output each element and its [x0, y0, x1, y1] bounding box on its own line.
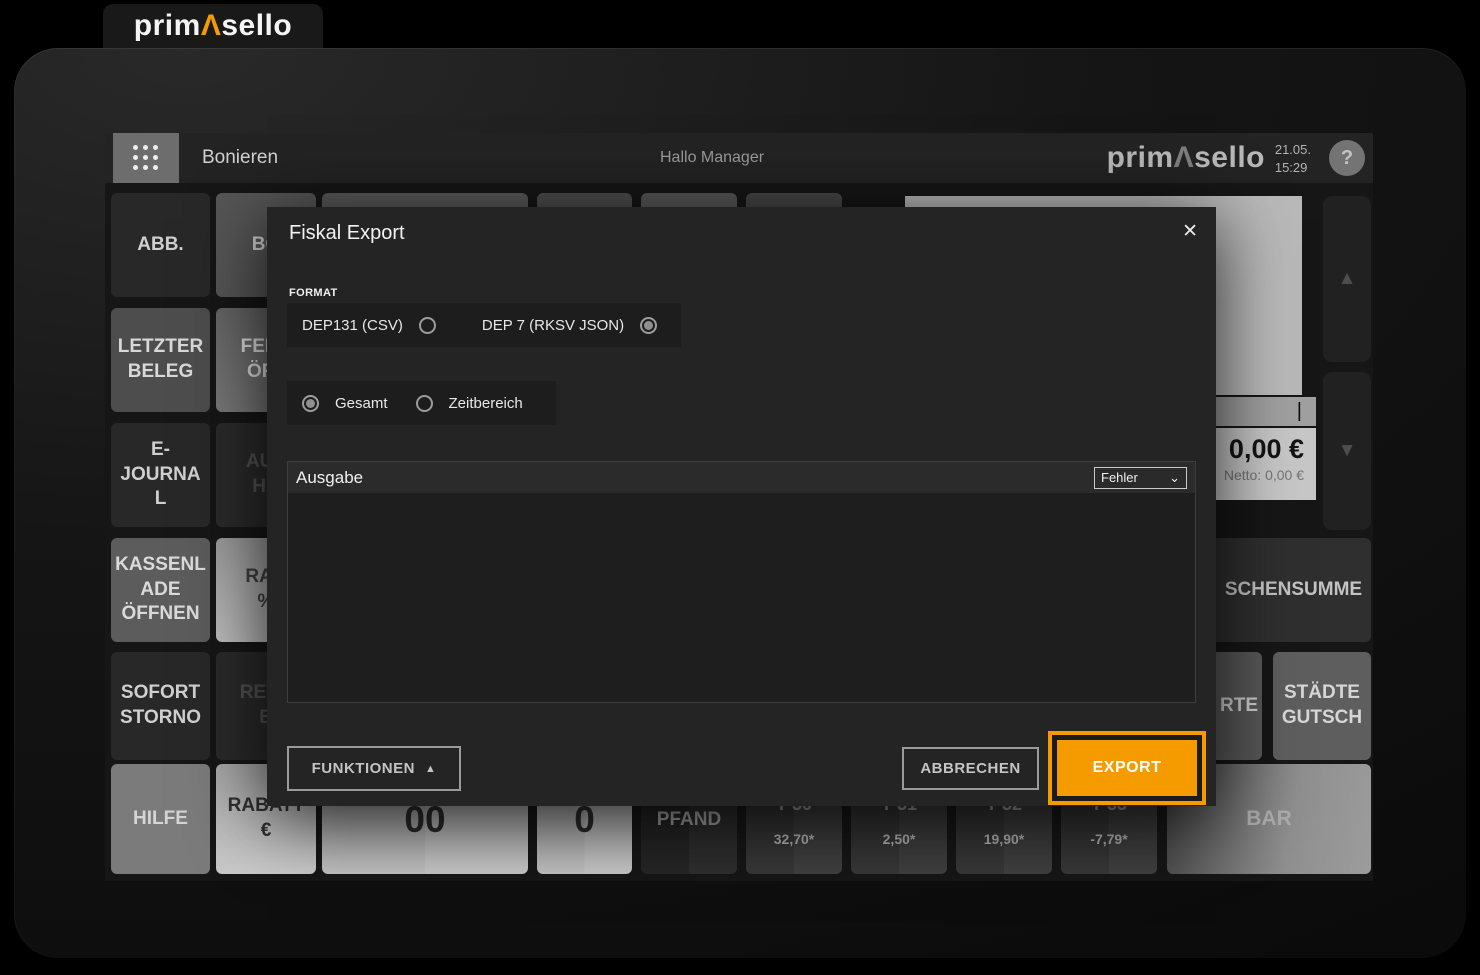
- table-amount: 2,50*: [882, 830, 916, 847]
- logo-lambda-icon: Λ: [200, 9, 222, 42]
- zwischensumme-button[interactable]: SCHENSUMME: [1216, 538, 1371, 642]
- primasello-logo: primΛsello: [134, 9, 292, 43]
- arrow-up-icon: ▲: [1337, 268, 1357, 289]
- chevron-down-icon: ⌄: [1169, 469, 1180, 485]
- logo-text-post: sello: [221, 9, 293, 42]
- header-logo-post: sello: [1194, 141, 1265, 174]
- abbrechen-button[interactable]: ABBRECHEN: [902, 747, 1039, 790]
- format-options-bar: DEP131 (CSV) DEP 7 (RKSV JSON): [287, 303, 681, 347]
- arrow-down-icon: ▼: [1337, 440, 1357, 461]
- header-logo-pre: prim: [1106, 141, 1174, 174]
- table-amount: 19,90*: [983, 830, 1025, 847]
- sidebar-item-e-journal[interactable]: E- JOURNA L: [111, 423, 210, 527]
- export-focus-ring: EXPORT: [1048, 731, 1206, 805]
- karte-button[interactable]: RTE: [1216, 652, 1262, 760]
- sidebar-item-abbruch[interactable]: ABB.: [111, 193, 210, 297]
- scroll-up-button[interactable]: ▲: [1323, 196, 1371, 362]
- format-section-label: FORMAT: [289, 287, 338, 299]
- dialog-title: Fiskal Export: [289, 222, 405, 244]
- user-greeting: Hallo Manager: [660, 149, 765, 166]
- text-cursor: |: [1296, 400, 1302, 422]
- datetime-display: 21.05. 15:29: [1275, 141, 1311, 177]
- sidebar-item-kassenlade[interactable]: KASSENL ADE ÖFFNEN: [111, 538, 210, 642]
- help-button[interactable]: ?: [1329, 140, 1365, 176]
- format-option-label-dep7: DEP 7 (RKSV JSON): [481, 316, 625, 334]
- sidebar-item-hilfe[interactable]: HILFE: [111, 764, 210, 874]
- close-icon[interactable]: ✕: [1182, 220, 1198, 243]
- pos-app-window: Bonieren Hallo Manager primΛsello 21.05.…: [105, 133, 1373, 881]
- output-title: Ausgabe: [296, 467, 364, 487]
- staedte-gutschein-button[interactable]: STÄDTE GUTSCH: [1273, 652, 1371, 760]
- funktionen-label: FUNKTIONEN: [311, 760, 415, 777]
- radio-dep131-csv[interactable]: [418, 316, 436, 334]
- output-header: Ausgabe Fehler ⌄: [288, 462, 1195, 493]
- grid-menu-icon: [133, 145, 159, 171]
- triangle-up-icon: ▲: [424, 762, 437, 775]
- browser-logo-tab: primΛsello: [103, 4, 323, 48]
- sidebar-item-sofort-storno[interactable]: SOFORT STORNO: [111, 652, 210, 760]
- radio-zeitbereich[interactable]: [415, 394, 433, 412]
- funktionen-button[interactable]: FUNKTIONEN ▲: [287, 746, 461, 791]
- sidebar-item-letzter-beleg[interactable]: LETZTER BELEG: [111, 308, 210, 412]
- fiskal-export-dialog: Fiskal Export ✕ FORMAT DEP131 (CSV) DEP …: [267, 207, 1216, 806]
- range-option-label-gesamt: Gesamt: [335, 394, 388, 412]
- table-amount: 32,70*: [773, 830, 815, 847]
- range-options-bar: Gesamt Zeitbereich: [287, 381, 556, 425]
- page-title: Bonieren: [202, 147, 279, 168]
- header-logo-lambda-icon: Λ: [1173, 141, 1195, 174]
- format-option-label-dep131: DEP131 (CSV): [302, 316, 403, 334]
- header-logo: primΛsello: [1107, 141, 1265, 175]
- table-amount: -7,79*: [1090, 830, 1128, 847]
- radio-gesamt[interactable]: [302, 394, 319, 412]
- output-panel: Ausgabe Fehler ⌄: [287, 461, 1196, 703]
- app-header: Bonieren Hallo Manager primΛsello 21.05.…: [105, 133, 1373, 183]
- logo-text-pre: prim: [133, 9, 201, 42]
- scroll-down-button[interactable]: ▼: [1323, 372, 1371, 530]
- app-menu-button[interactable]: [113, 133, 179, 183]
- time-label: 15:29: [1274, 160, 1308, 176]
- output-filter-select[interactable]: Fehler ⌄: [1094, 466, 1187, 489]
- filter-selected-value: Fehler: [1101, 470, 1138, 485]
- date-label: 21.05.: [1274, 142, 1311, 157]
- export-button[interactable]: EXPORT: [1057, 740, 1197, 796]
- range-option-label-zeitbereich: Zeitbereich: [448, 394, 523, 412]
- radio-dep7-rksv-json[interactable]: [640, 316, 658, 334]
- help-icon: ?: [1340, 146, 1354, 169]
